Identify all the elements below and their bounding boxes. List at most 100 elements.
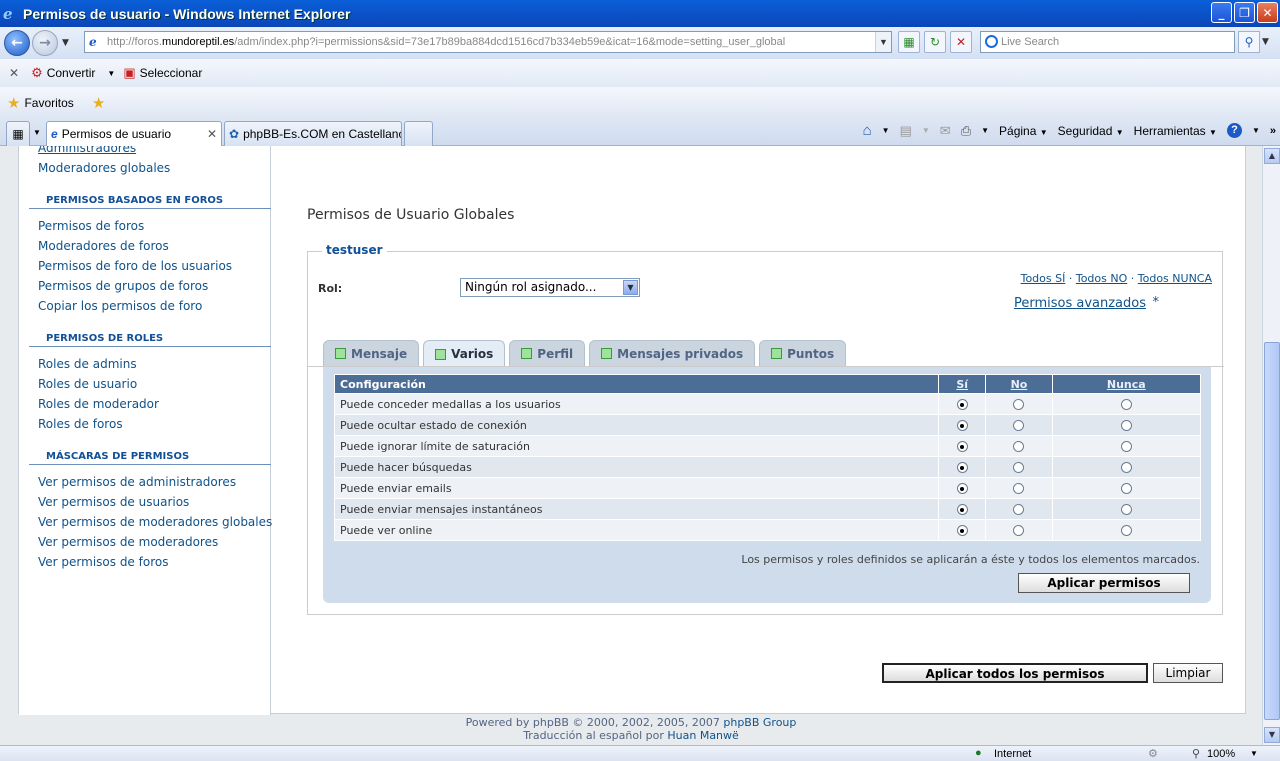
- sidebar-item-ver-permisos-admins[interactable]: Ver permisos de administradores: [38, 475, 236, 489]
- sidebar-item-roles-moderador[interactable]: Roles de moderador: [38, 397, 159, 411]
- forward-button[interactable]: →: [32, 30, 58, 56]
- zoom-level[interactable]: 100%: [1207, 748, 1235, 760]
- radio-nunca[interactable]: [1120, 462, 1132, 473]
- radio-si[interactable]: [956, 399, 968, 410]
- home-dropdown-icon[interactable]: ▼: [882, 126, 890, 135]
- sidebar-item-roles-admins[interactable]: Roles de admins: [38, 357, 137, 371]
- radio-nunca[interactable]: [1120, 441, 1132, 452]
- tab-varios[interactable]: Varios: [423, 340, 506, 367]
- chevron-right-icon[interactable]: »: [1270, 125, 1276, 137]
- zoom-dropdown-icon[interactable]: ▼: [1250, 749, 1258, 758]
- tab-mensaje[interactable]: Mensaje: [323, 340, 420, 366]
- sidebar-item-moderadores-de-foros[interactable]: Moderadores de foros: [38, 239, 169, 253]
- radio-nunca[interactable]: [1120, 420, 1132, 431]
- todos-nunca-link[interactable]: Todos NUNCA: [1138, 272, 1212, 285]
- column-header-no[interactable]: No: [985, 374, 1053, 394]
- radio-nunca[interactable]: [1120, 483, 1132, 494]
- convertir-button[interactable]: Convertir: [47, 66, 96, 80]
- scrollbar-thumb[interactable]: [1264, 342, 1280, 720]
- print-dropdown-icon[interactable]: ▼: [981, 126, 989, 135]
- scroll-up-icon[interactable]: ▲: [1264, 148, 1280, 164]
- radio-si[interactable]: [956, 441, 968, 452]
- radio-nunca[interactable]: [1120, 525, 1132, 536]
- sidebar-item-ver-permisos-usuarios[interactable]: Ver permisos de usuarios: [38, 495, 189, 509]
- address-input[interactable]: e http://foros. mundoreptil.es/adm/index.…: [84, 31, 892, 53]
- radio-si[interactable]: [956, 483, 968, 494]
- tab-mensajes-privados[interactable]: Mensajes privados: [589, 340, 756, 366]
- sidebar-item-roles-usuario[interactable]: Roles de usuario: [38, 377, 137, 391]
- radio-no[interactable]: [1013, 441, 1025, 452]
- apply-permissions-button[interactable]: Aplicar permisos: [1018, 573, 1190, 593]
- radio-no[interactable]: [1013, 420, 1025, 431]
- feeds-icon[interactable]: ▤: [900, 123, 912, 139]
- column-header-si[interactable]: Sí: [937, 374, 987, 394]
- add-favorite-icon[interactable]: ★: [92, 94, 105, 112]
- maximize-button[interactable]: ❐: [1234, 2, 1255, 23]
- stop-icon[interactable]: ✕: [950, 31, 972, 53]
- phpbb-group-link[interactable]: phpBB Group: [723, 716, 796, 729]
- radio-nunca[interactable]: [1120, 504, 1132, 515]
- sidebar-item-roles-foros[interactable]: Roles de foros: [38, 417, 123, 431]
- radio-no[interactable]: [1013, 399, 1025, 410]
- history-dropdown-icon[interactable]: ▼: [62, 38, 69, 48]
- refresh-icon[interactable]: ↻: [924, 31, 946, 53]
- radio-no[interactable]: [1013, 525, 1025, 536]
- back-button[interactable]: ←: [4, 30, 30, 56]
- new-tab-button[interactable]: [404, 121, 433, 146]
- radio-si[interactable]: [956, 462, 968, 473]
- scroll-down-icon[interactable]: ▼: [1264, 727, 1280, 743]
- minimize-button[interactable]: _: [1211, 2, 1232, 23]
- sidebar-item-moderadores-globales[interactable]: Moderadores globales: [38, 161, 170, 175]
- sidebar-item-administradores[interactable]: Administradores: [38, 146, 136, 155]
- compatibility-icon[interactable]: ▦: [898, 31, 920, 53]
- column-header-nunca[interactable]: Nunca: [1051, 374, 1202, 394]
- todos-si-link[interactable]: Todos SÍ: [1021, 272, 1066, 285]
- sidebar-item-copiar-permisos-foro[interactable]: Copiar los permisos de foro: [38, 299, 202, 313]
- radio-no[interactable]: [1013, 504, 1025, 515]
- search-options-dropdown-icon[interactable]: ▼: [1262, 37, 1269, 47]
- role-select[interactable]: Ningún rol asignado... ▼: [460, 278, 640, 297]
- tab-perfil[interactable]: Perfil: [509, 340, 586, 366]
- sidebar-item-permisos-de-foros[interactable]: Permisos de foros: [38, 219, 144, 233]
- help-icon[interactable]: ?: [1226, 123, 1242, 138]
- sidebar-item-ver-permisos-moderadores[interactable]: Ver permisos de moderadores: [38, 535, 218, 549]
- convertir-dropdown-icon[interactable]: ▼: [107, 69, 115, 78]
- close-window-button[interactable]: ✕: [1257, 2, 1278, 23]
- home-icon[interactable]: ⌂: [863, 122, 872, 139]
- translator-link[interactable]: Huan Manwë: [667, 729, 738, 742]
- radio-no[interactable]: [1013, 483, 1025, 494]
- radio-si[interactable]: [956, 420, 968, 431]
- search-input[interactable]: Live Search: [980, 31, 1235, 53]
- feeds-dropdown-icon[interactable]: ▼: [922, 126, 930, 135]
- print-icon[interactable]: ⎙: [961, 123, 971, 139]
- tab-phpbb-es[interactable]: ✿ phpBB-Es.COM en Castellano...: [224, 121, 402, 146]
- page-menu[interactable]: Página ▼: [999, 124, 1048, 138]
- search-button[interactable]: ⚲: [1238, 31, 1260, 53]
- seleccionar-button[interactable]: Seleccionar: [140, 66, 203, 80]
- sidebar-item-permisos-foro-usuarios[interactable]: Permisos de foro de los usuarios: [38, 259, 232, 273]
- vertical-scrollbar[interactable]: ▲ ▼: [1262, 146, 1280, 745]
- close-tab-icon[interactable]: ✕: [207, 127, 217, 141]
- mail-icon[interactable]: ✉: [940, 123, 951, 139]
- tab-puntos[interactable]: Puntos: [759, 340, 847, 366]
- apply-all-permissions-button[interactable]: Aplicar todos los permisos: [882, 663, 1148, 683]
- sidebar-item-ver-permisos-foros[interactable]: Ver permisos de foros: [38, 555, 168, 569]
- address-dropdown-icon[interactable]: ▼: [875, 32, 891, 52]
- tab-permisos-de-usuario[interactable]: e Permisos de usuario ✕: [46, 121, 222, 146]
- radio-si[interactable]: [956, 525, 968, 536]
- permisos-avanzados-link[interactable]: Permisos avanzados: [1014, 296, 1146, 311]
- sidebar-item-permisos-grupos-foros[interactable]: Permisos de grupos de foros: [38, 279, 208, 293]
- quick-tabs-button[interactable]: ▦: [6, 121, 30, 146]
- radio-nunca[interactable]: [1120, 399, 1132, 410]
- favoritos-button[interactable]: Favoritos: [24, 96, 73, 110]
- reset-button[interactable]: Limpiar: [1153, 663, 1223, 683]
- sidebar-item-ver-permisos-mod-globales[interactable]: Ver permisos de moderadores globales: [38, 515, 272, 529]
- help-dropdown-icon[interactable]: ▼: [1252, 126, 1260, 135]
- security-menu[interactable]: Seguridad ▼: [1058, 124, 1124, 138]
- tools-menu[interactable]: Herramientas ▼: [1134, 124, 1217, 138]
- radio-no[interactable]: [1013, 462, 1025, 473]
- todos-no-link[interactable]: Todos NO: [1076, 272, 1127, 285]
- close-toolbar-icon[interactable]: ✕: [9, 66, 19, 80]
- radio-si[interactable]: [956, 504, 968, 515]
- tab-list-dropdown-icon[interactable]: ▼: [33, 128, 41, 137]
